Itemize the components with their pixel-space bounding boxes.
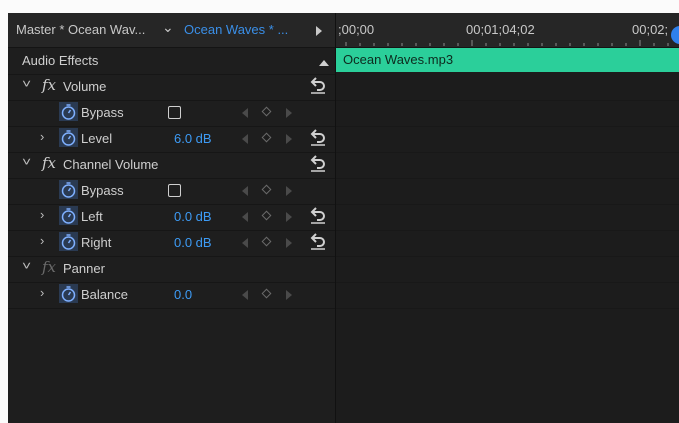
effect-name: Channel Volume [63, 157, 159, 172]
timeline-row[interactable] [336, 230, 679, 257]
clip-name: Ocean Waves.mp3 [343, 52, 454, 67]
bypass-checkbox[interactable] [168, 184, 181, 197]
left-value[interactable]: 0.0 dB [174, 209, 212, 224]
reset-icon[interactable] [310, 232, 326, 250]
chevron-down-icon[interactable]: ⌄ [162, 19, 174, 36]
chevron-down-icon[interactable]: ˅ [22, 155, 31, 169]
param-label: Balance [81, 287, 128, 302]
effect-name: Volume [63, 79, 107, 94]
timeline-row[interactable] [336, 74, 679, 101]
keyframe-nav-icon[interactable] [242, 236, 296, 250]
timeline-area: ;00;00 00;01;04;02 00;02; Ocean Waves.mp… [335, 13, 679, 423]
clip-tab[interactable]: Ocean Waves * ... [184, 22, 288, 37]
panel-header: Master * Ocean Wav... ⌄ Ocean Waves * ..… [8, 13, 335, 48]
stopwatch-icon[interactable] [59, 206, 78, 225]
reset-icon[interactable] [310, 154, 326, 172]
param-label: Level [81, 131, 113, 146]
collapse-up-icon[interactable] [319, 60, 329, 66]
master-tab[interactable]: Master * Ocean Wav... [16, 22, 145, 37]
fx-icon[interactable]: fx [42, 258, 56, 276]
keyframe-nav-icon[interactable] [242, 184, 296, 198]
keyframe-nav-icon[interactable] [242, 106, 296, 120]
ruler-ticks [345, 40, 669, 46]
effect-name: Panner [63, 261, 105, 276]
param-balance: › Balance 0.0 [8, 282, 335, 309]
timeline-row[interactable] [336, 282, 679, 309]
param-label: Right [81, 235, 112, 250]
stopwatch-icon[interactable] [59, 128, 78, 147]
right-value[interactable]: 0.0 dB [174, 235, 212, 250]
effects-list: Master * Ocean Wav... ⌄ Ocean Waves * ..… [8, 13, 335, 423]
param-level: › Level 6.0 dB [8, 126, 335, 153]
effect-panner[interactable]: ˅ fx Panner [8, 256, 335, 283]
param-label: Bypass [81, 183, 124, 198]
timeline-row[interactable] [336, 256, 679, 283]
effect-channel-volume[interactable]: ˅ fx Channel Volume [8, 152, 335, 179]
stopwatch-icon[interactable] [59, 284, 78, 303]
stopwatch-icon[interactable] [59, 180, 78, 199]
stopwatch-icon[interactable] [59, 232, 78, 251]
audio-clip[interactable]: Ocean Waves.mp3 [336, 48, 679, 72]
fx-icon[interactable]: fx [42, 154, 56, 172]
timeline-row[interactable] [336, 126, 679, 153]
chevron-right-icon[interactable]: › [40, 285, 44, 300]
param-left: › Left 0.0 dB [8, 204, 335, 231]
stopwatch-icon[interactable] [59, 102, 78, 121]
param-bypass: Bypass [8, 100, 335, 127]
reset-icon[interactable] [310, 206, 326, 224]
reset-icon[interactable] [310, 76, 326, 94]
timecode-end: 00;02; [632, 22, 669, 37]
bypass-checkbox[interactable] [168, 106, 181, 119]
balance-value[interactable]: 0.0 [174, 287, 192, 302]
fx-icon[interactable]: fx [42, 76, 56, 94]
level-value[interactable]: 6.0 dB [174, 131, 212, 146]
timeline-row[interactable] [336, 100, 679, 127]
keyframe-nav-icon[interactable] [242, 288, 296, 302]
chevron-down-icon[interactable]: ˅ [22, 77, 31, 91]
chevron-right-icon[interactable]: › [40, 207, 44, 222]
toggle-timeline-icon[interactable] [316, 26, 322, 36]
audio-effects-label: Audio Effects [22, 53, 99, 68]
effect-volume[interactable]: ˅ fx Volume [8, 74, 335, 101]
param-label: Bypass [81, 105, 124, 120]
timecode-start: ;00;00 [338, 22, 375, 37]
chevron-down-icon[interactable]: ˅ [22, 259, 31, 273]
time-ruler[interactable]: ;00;00 00;01;04;02 00;02; [336, 13, 679, 48]
audio-effects-header: Audio Effects [8, 48, 335, 75]
param-label: Left [81, 209, 103, 224]
timecode-mid: 00;01;04;02 [466, 22, 535, 37]
chevron-right-icon[interactable]: › [40, 129, 44, 144]
param-bypass: Bypass [8, 178, 335, 205]
keyframe-nav-icon[interactable] [242, 210, 296, 224]
reset-icon[interactable] [310, 128, 326, 146]
effect-controls-panel: Master * Ocean Wav... ⌄ Ocean Waves * ..… [8, 13, 679, 423]
timeline-row[interactable] [336, 178, 679, 205]
timeline-row[interactable] [336, 152, 679, 179]
chevron-right-icon[interactable]: › [40, 233, 44, 248]
param-right: › Right 0.0 dB [8, 230, 335, 257]
keyframe-nav-icon[interactable] [242, 132, 296, 146]
timeline-row[interactable] [336, 204, 679, 231]
